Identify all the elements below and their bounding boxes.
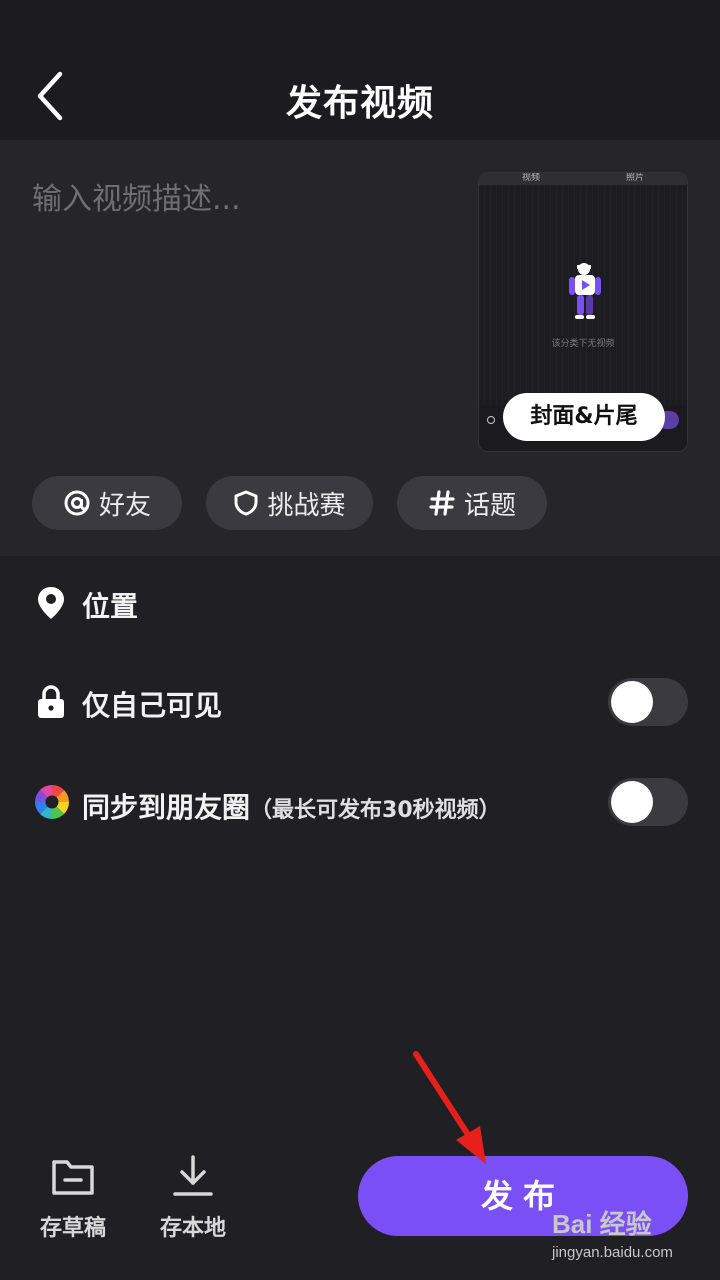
moments-row: 同步到朋友圈（最长可发布30秒视频） [0, 762, 720, 842]
save-local-label: 存本地 [159, 1216, 226, 1241]
private-label: 仅自己可见 [82, 689, 223, 722]
location-pin-icon [36, 585, 66, 621]
chip-label: 好友 [98, 490, 151, 521]
cover-tab-video: 视频 [521, 173, 540, 183]
save-draft-button[interactable]: 存草稿 [18, 1150, 128, 1250]
folder-icon [52, 1160, 94, 1195]
download-icon [173, 1155, 213, 1196]
cover-tab-photo: 照片 [625, 173, 644, 183]
location-row[interactable]: 位置 [0, 563, 720, 643]
moments-icon [34, 784, 70, 820]
description-input[interactable] [32, 174, 452, 414]
toggle-knob [611, 681, 653, 723]
topic-chip[interactable]: 话题 [397, 476, 547, 530]
moments-note: （最长可发布30秒视频） [250, 798, 501, 823]
moments-label: 同步到朋友圈（最长可发布30秒视频） [82, 786, 501, 826]
save-local-button[interactable]: 存本地 [138, 1150, 248, 1250]
private-row: 仅自己可见 [0, 662, 720, 742]
timer-icon [487, 416, 495, 424]
cover-preview[interactable]: 视频 照片 该分类下无视频 封面&片尾 [478, 172, 688, 452]
mention-friends-chip[interactable]: 好友 [32, 476, 182, 530]
save-draft-label: 存草稿 [39, 1216, 106, 1241]
cover-tabs: 视频 照片 [479, 173, 687, 185]
chip-label: 话题 [463, 490, 516, 521]
at-icon [63, 489, 91, 517]
baidu-watermark: Bai 经验 jingyan.baidu.com [552, 1192, 712, 1272]
challenge-chip[interactable]: 挑战赛 [206, 476, 373, 530]
cover-edit-button[interactable]: 封面&片尾 [503, 393, 665, 441]
private-toggle[interactable] [608, 678, 688, 726]
moments-title: 同步到朋友圈 [82, 791, 251, 824]
shield-icon [233, 489, 259, 517]
toggle-knob [611, 781, 653, 823]
hashtag-icon [428, 489, 456, 517]
top-bar: 发布视频 [0, 0, 720, 140]
red-arrow-icon [413, 1051, 486, 1164]
page-title: 发布视频 [285, 83, 434, 124]
watermark-brand: Bai 经验 [552, 1209, 652, 1239]
moments-toggle[interactable] [608, 778, 688, 826]
chip-label: 挑战赛 [267, 490, 346, 521]
cover-empty-text: 该分类下无视频 [551, 339, 615, 349]
lock-icon [36, 684, 66, 720]
empty-illustration-icon [569, 263, 601, 319]
compose-panel: 视频 照片 该分类下无视频 封面&片尾 [0, 140, 720, 556]
location-label: 位置 [82, 590, 139, 623]
watermark-url: jingyan.baidu.com [552, 1244, 673, 1261]
